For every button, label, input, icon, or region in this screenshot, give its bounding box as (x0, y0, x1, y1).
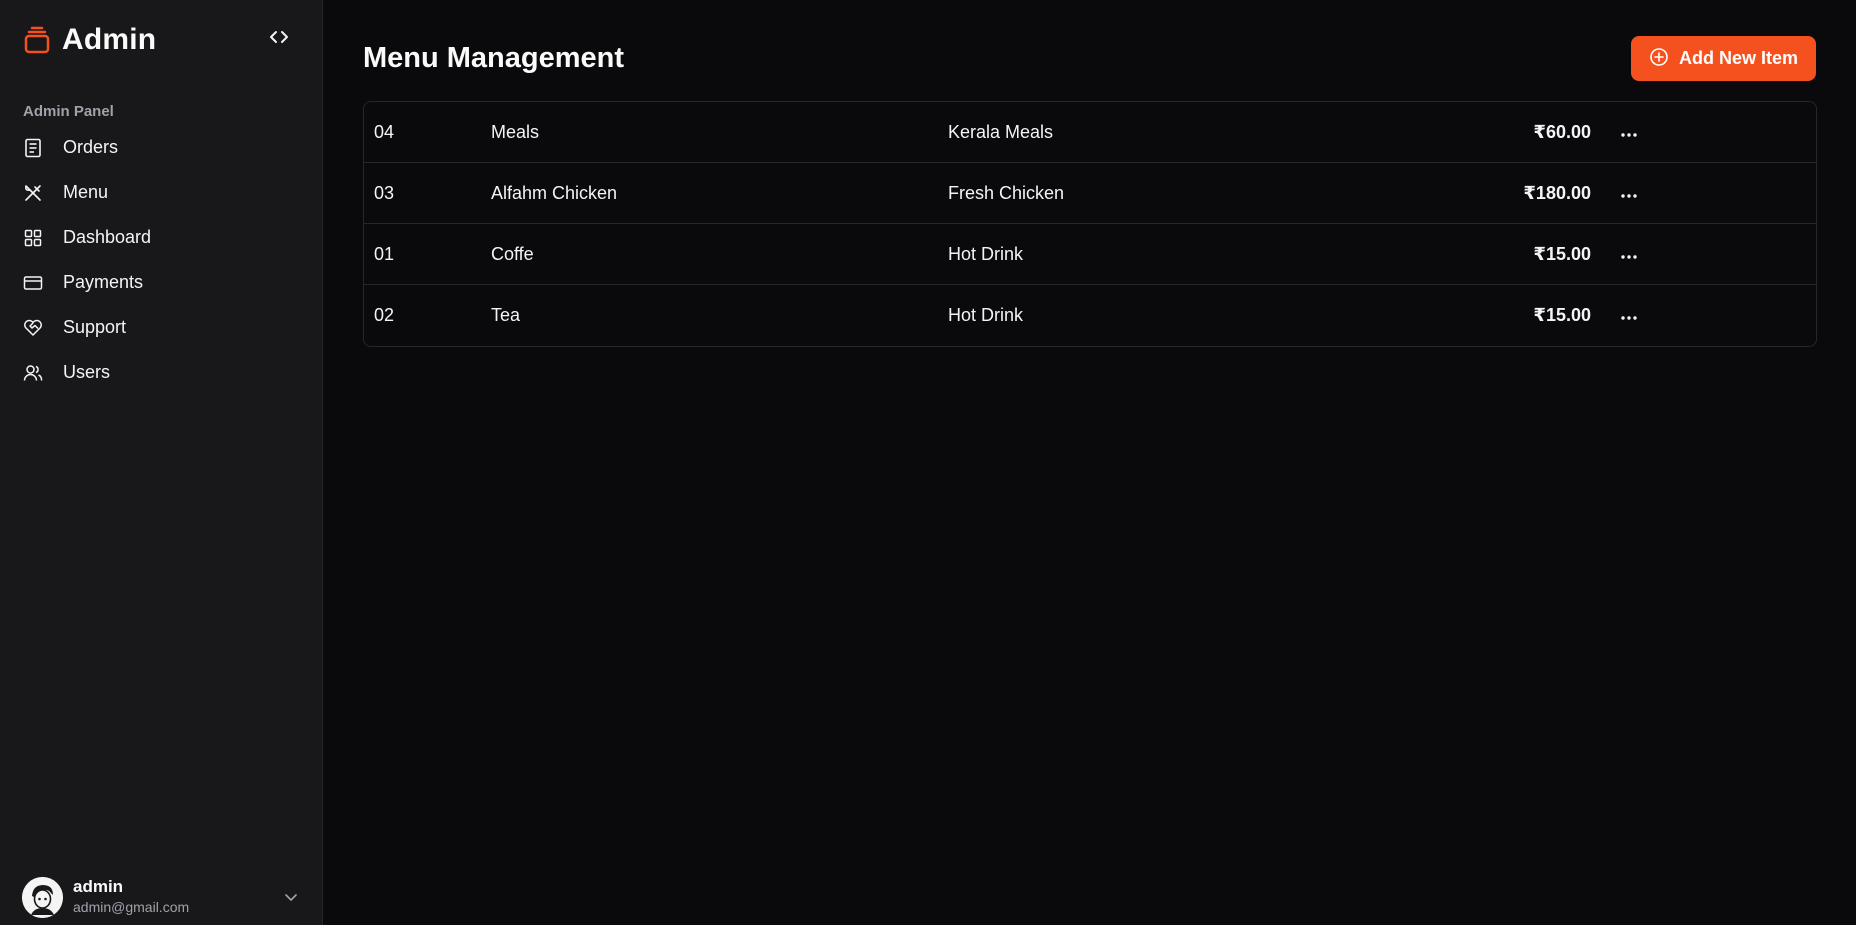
plus-circle-icon (1649, 47, 1669, 70)
item-description: Kerala Meals (948, 121, 1054, 142)
sidebar-item-payments[interactable]: Payments (0, 260, 322, 305)
item-description: Fresh Chicken (948, 182, 1065, 203)
table-row[interactable]: 03 Alfahm Chicken Fresh Chicken ₹180.00 (364, 163, 1816, 224)
item-description: Hot Drink (948, 243, 1024, 264)
sidebar-item-dashboard[interactable]: Dashboard (0, 215, 322, 260)
more-horizontal-icon (1620, 305, 1638, 326)
item-id: 01 (374, 243, 395, 264)
table-row[interactable]: 01 Coffe Hot Drink ₹15.00 (364, 224, 1816, 285)
row-actions-button[interactable] (1599, 305, 1659, 326)
sidebar-item-support[interactable]: Support (0, 305, 322, 350)
sidebar-section-label: Admin Panel (23, 103, 114, 120)
page-title: Menu Management (363, 42, 625, 74)
item-price: ₹15.00 (1533, 243, 1591, 264)
sidebar-item-label: Support (63, 317, 127, 337)
item-description: Hot Drink (948, 305, 1024, 325)
avatar (22, 876, 63, 918)
add-new-item-button[interactable]: Add New Item (1631, 36, 1816, 81)
menu-items-table: 04 Meals Kerala Meals ₹60.00 03 Alfahm C… (363, 101, 1817, 347)
code-chevrons-icon (268, 26, 290, 53)
sidebar: Admin Admin Panel Orders Menu Dashboard … (0, 0, 323, 925)
users-icon (23, 363, 43, 383)
credit-card-icon (23, 273, 43, 293)
item-name: Alfahm Chicken (491, 182, 618, 203)
item-name: Meals (491, 121, 540, 142)
user-profile-card[interactable]: admin admin@gmail.com (0, 869, 322, 925)
row-actions-button[interactable] (1599, 122, 1659, 143)
table-row[interactable]: 02 Tea Hot Drink ₹15.00 (364, 285, 1816, 346)
heart-handshake-icon (23, 318, 43, 338)
more-horizontal-icon (1620, 183, 1638, 204)
sidebar-item-label: Menu (63, 182, 109, 202)
sidebar-nav: Orders Menu Dashboard Payments Support U… (0, 125, 322, 395)
item-id: 03 (374, 182, 395, 203)
row-actions-button[interactable] (1599, 183, 1659, 204)
sidebar-item-menu[interactable]: Menu (0, 170, 322, 215)
add-new-item-label: Add New Item (1678, 48, 1798, 68)
sidebar-item-orders[interactable]: Orders (0, 125, 322, 170)
sidebar-item-label: Dashboard (63, 227, 152, 247)
user-email: admin@gmail.com (73, 899, 190, 915)
receipt-icon (23, 138, 43, 158)
item-name: Tea (491, 305, 521, 325)
row-actions-button[interactable] (1599, 244, 1659, 265)
stacked-box-logo-icon (22, 25, 52, 55)
user-info: admin admin@gmail.com (73, 877, 189, 917)
chevron-down-icon[interactable] (283, 889, 299, 905)
table-row[interactable]: 04 Meals Kerala Meals ₹60.00 (364, 102, 1816, 163)
item-name: Coffe (491, 243, 534, 264)
sidebar-toggle-button[interactable] (266, 26, 292, 52)
sidebar-item-users[interactable]: Users (0, 350, 322, 395)
main-content: Menu Management Add New Item 04 Meals Ke… (323, 0, 1856, 925)
grid-icon (23, 228, 43, 248)
item-price: ₹15.00 (1533, 305, 1591, 325)
item-price: ₹180.00 (1523, 182, 1591, 203)
sidebar-item-label: Users (63, 362, 111, 382)
sidebar-item-label: Orders (63, 137, 119, 157)
more-horizontal-icon (1620, 122, 1638, 143)
item-price: ₹60.00 (1533, 121, 1591, 142)
utensils-icon (23, 183, 43, 203)
item-id: 04 (374, 121, 395, 142)
item-id: 02 (374, 305, 395, 325)
user-name: admin (73, 877, 124, 896)
brand-title: Admin (62, 23, 157, 56)
more-horizontal-icon (1620, 244, 1638, 265)
sidebar-item-label: Payments (63, 272, 144, 292)
app-root: Admin Admin Panel Orders Menu Dashboard … (0, 0, 1856, 925)
